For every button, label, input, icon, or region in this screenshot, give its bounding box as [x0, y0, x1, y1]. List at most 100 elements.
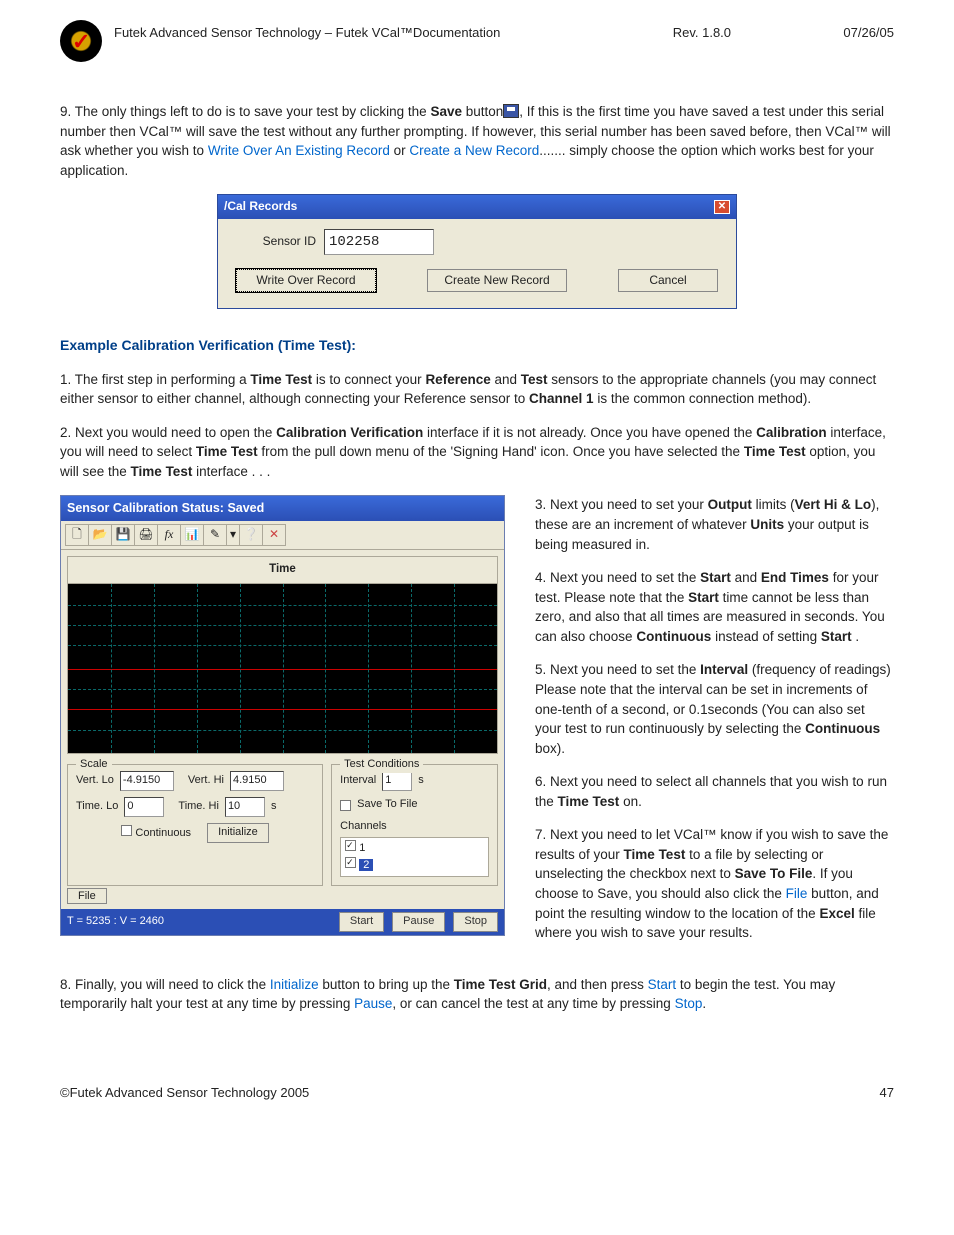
write-over-record-button[interactable]: Write Over Record [236, 269, 376, 292]
dropdown-icon[interactable]: ▾ [226, 524, 240, 546]
continuous-label: Continuous [135, 827, 191, 839]
text: or [390, 143, 410, 158]
page-number: 47 [880, 1084, 894, 1103]
time-plot [67, 584, 498, 754]
create-new-link[interactable]: Create a New Record [409, 143, 539, 158]
bold: Calibration [756, 425, 827, 440]
text: limits ( [752, 497, 795, 512]
status-strip: T = 5235 : V = 2460 Start Pause Stop [61, 909, 504, 935]
initialize-link[interactable]: Initialize [270, 977, 319, 992]
step-4-text: 4. Next you need to set the Start and En… [535, 568, 894, 646]
pause-button[interactable]: Pause [392, 912, 445, 932]
step-1-text: 1. The first step in performing a Time T… [60, 370, 894, 409]
channel-2-checkbox[interactable] [345, 857, 356, 868]
doc-revision: Rev. 1.8.0 [673, 24, 731, 43]
help-icon[interactable]: ❔ [239, 524, 263, 546]
text: , and then press [547, 977, 648, 992]
plot-title: Time [67, 556, 498, 585]
step-5-text: 5. Next you need to set the Interval (fr… [535, 660, 894, 758]
bold: Channel 1 [529, 391, 594, 406]
text: is the common connection method). [594, 391, 812, 406]
channel-1-checkbox[interactable] [345, 840, 356, 851]
text: and [731, 570, 761, 585]
time-lo-input[interactable]: 0 [124, 797, 164, 817]
bold: Time Test [744, 444, 806, 459]
chart-icon[interactable]: 📊 [180, 524, 204, 546]
bold: Time Test [624, 847, 686, 862]
time-hi-input[interactable]: 10 [225, 797, 265, 817]
text: button to bring up the [319, 977, 454, 992]
text: is to connect your [312, 372, 425, 387]
text: . [852, 629, 860, 644]
bold: Interval [700, 662, 748, 677]
vert-hi-label: Vert. Hi [188, 773, 224, 789]
sensor-id-label: Sensor ID [236, 233, 316, 250]
text: 4. Next you need to set the [535, 570, 700, 585]
print-icon[interactable]: 🖨 [134, 524, 158, 546]
dialog-titlebar: /Cal Records ✕ [218, 195, 736, 218]
file-link[interactable]: File [786, 886, 808, 901]
save-icon [503, 104, 519, 118]
text: . [702, 996, 706, 1011]
write-over-link[interactable]: Write Over An Existing Record [208, 143, 390, 158]
close-icon[interactable]: ✕ [714, 200, 730, 214]
stop-link[interactable]: Stop [675, 996, 703, 1011]
calwin-toolbar: 🗋 📂 💾 🖨 fx 📊 ✎ ▾ ❔ ✕ [61, 521, 504, 550]
step-9-text: 9. The only things left to do is to save… [60, 102, 894, 180]
doc-title: Futek Advanced Sensor Technology – Futek… [114, 24, 500, 43]
signing-hand-icon[interactable]: ✎ [203, 524, 227, 546]
vert-lo-label: Vert. Lo [76, 773, 114, 789]
vert-lo-input[interactable]: -4.9150 [120, 771, 174, 791]
start-button[interactable]: Start [339, 912, 384, 932]
bold: Vert Hi & Lo [795, 497, 872, 512]
continuous-checkbox[interactable] [121, 825, 132, 836]
bold: Output [708, 497, 752, 512]
text: 1. The first step in performing a [60, 372, 250, 387]
stop-button[interactable]: Stop [453, 912, 498, 932]
bold: Test [521, 372, 548, 387]
text: , or can cancel the test at any time by … [392, 996, 674, 1011]
cond-legend: Test Conditions [340, 757, 423, 773]
channels-list[interactable]: 1 2 [340, 837, 489, 877]
step-3-text: 3. Next you need to set your Output limi… [535, 495, 894, 554]
bold: Time Test Grid [454, 977, 547, 992]
file-button[interactable]: File [67, 888, 107, 904]
dialog-title: /Cal Records [224, 198, 297, 215]
new-icon[interactable]: 🗋 [65, 524, 89, 546]
bold: Time Test [196, 444, 258, 459]
text: interface . . . [192, 464, 270, 479]
bold: Save To File [735, 866, 813, 881]
text: interface if it is not already. Once you… [423, 425, 756, 440]
close-tool-icon[interactable]: ✕ [262, 524, 286, 546]
section-heading: Example Calibration Verification (Time T… [60, 335, 894, 355]
text: box). [535, 741, 565, 756]
step-8-text: 8. Finally, you will need to click the I… [60, 975, 894, 1014]
time-hi-label: Time. Hi [178, 799, 219, 815]
doc-date: 07/26/05 [843, 24, 894, 43]
save-icon[interactable]: 💾 [111, 524, 135, 546]
open-icon[interactable]: 📂 [88, 524, 112, 546]
channel-2-label: 2 [359, 859, 373, 871]
save-to-file-checkbox[interactable] [340, 800, 351, 811]
scale-legend: Scale [76, 757, 112, 773]
interval-label: Interval [340, 773, 376, 789]
bold: Continuous [636, 629, 711, 644]
calwin-titlebar: Sensor Calibration Status: Saved [61, 496, 504, 520]
sensor-calibration-window: Sensor Calibration Status: Saved 🗋 📂 💾 🖨… [60, 495, 505, 935]
bold: Calibration Verification [276, 425, 423, 440]
bold: End Times [761, 570, 829, 585]
fx-icon[interactable]: fx [157, 524, 181, 546]
pause-link[interactable]: Pause [354, 996, 392, 1011]
header-text: Futek Advanced Sensor Technology – Futek… [114, 20, 894, 43]
interval-input[interactable]: 1 [382, 771, 412, 791]
create-new-record-button[interactable]: Create New Record [427, 269, 567, 292]
step-6-text: 6. Next you need to select all channels … [535, 772, 894, 811]
cancel-button[interactable]: Cancel [618, 269, 718, 292]
initialize-button[interactable]: Initialize [207, 823, 269, 843]
vert-hi-input[interactable]: 4.9150 [230, 771, 284, 791]
text: on. [619, 794, 642, 809]
start-link[interactable]: Start [648, 977, 677, 992]
cal-records-dialog: /Cal Records ✕ Sensor ID 102258 Write Ov… [217, 194, 737, 309]
sensor-id-input[interactable]: 102258 [324, 229, 434, 255]
bold: Excel [819, 906, 854, 921]
